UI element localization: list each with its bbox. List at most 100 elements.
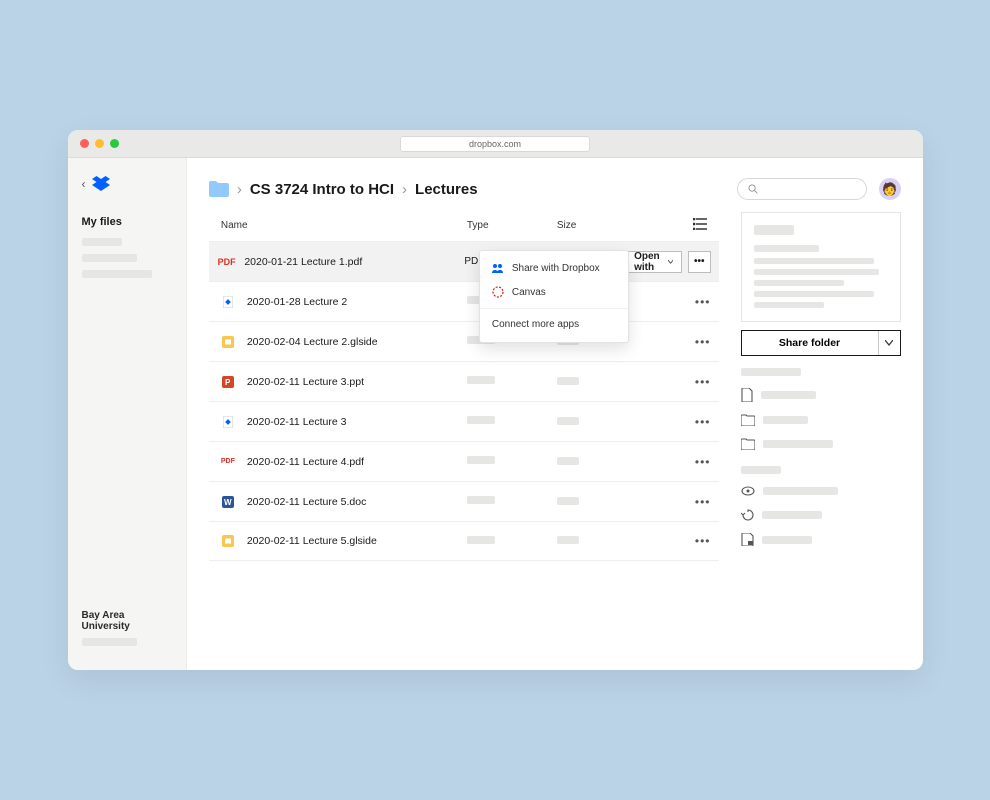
file-slides-icon: [217, 535, 239, 547]
file-icon: [741, 388, 753, 402]
file-lock-icon: [741, 533, 754, 546]
share-dropdown-menu: Share with Dropbox Canvas Connect more a…: [479, 250, 629, 343]
column-size[interactable]: Size: [557, 220, 617, 231]
file-slides-icon: [217, 336, 239, 348]
panel-item[interactable]: [741, 414, 901, 426]
sidebar: ‹ My files Bay Area University: [68, 158, 187, 670]
app-body: ‹ My files Bay Area University: [68, 158, 923, 670]
minimize-window-icon[interactable]: [95, 139, 104, 148]
file-name: 2020-01-21 Lecture 1.pdf: [236, 256, 464, 268]
folder-add-icon: [741, 414, 755, 426]
placeholder: [467, 496, 495, 504]
dd-label: Canvas: [512, 287, 546, 298]
placeholder: [557, 457, 579, 465]
search-input[interactable]: [737, 178, 867, 200]
view-list-icon[interactable]: [693, 218, 707, 233]
maximize-window-icon[interactable]: [110, 139, 119, 148]
placeholder: [763, 440, 833, 448]
placeholder: [754, 302, 824, 308]
row-more-button[interactable]: •••: [695, 534, 711, 548]
row-more-button[interactable]: •••: [695, 335, 711, 349]
file-pdf-icon: PDF: [217, 458, 239, 465]
chevron-down-icon: [668, 259, 673, 265]
panel-item[interactable]: [741, 508, 901, 521]
row-more-button[interactable]: •••: [695, 495, 711, 509]
breadcrumb-current: Lectures: [415, 181, 478, 198]
file-pdf-icon: PDF: [217, 257, 236, 267]
file-name: 2020-02-11 Lecture 5.glside: [239, 535, 467, 547]
avatar[interactable]: 🧑: [879, 178, 901, 200]
file-row[interactable]: PDF 2020-01-21 Lecture 1.pdf PDF Share: [209, 241, 719, 281]
open-with-button[interactable]: Open with: [625, 251, 682, 273]
url-bar[interactable]: dropbox.com: [400, 136, 590, 152]
file-row[interactable]: 2020-02-04 Lecture 2.glside •••: [209, 321, 719, 361]
panel-item[interactable]: [741, 438, 901, 450]
placeholder: [763, 487, 838, 495]
breadcrumb-separator-icon: ›: [402, 181, 407, 198]
placeholder: [557, 377, 579, 385]
placeholder: [754, 225, 794, 235]
breadcrumb-separator-icon: ›: [237, 181, 242, 198]
browser-titlebar: dropbox.com: [68, 130, 923, 158]
file-note-icon: [217, 296, 239, 308]
sidebar-item-placeholder: [82, 270, 152, 278]
placeholder: [754, 258, 874, 264]
dropbox-logo-icon[interactable]: [92, 176, 110, 192]
connect-more-apps-item[interactable]: Connect more apps: [480, 313, 628, 336]
file-list: Name Type Size PDF 2020-01-21 Lecture 1.…: [209, 212, 719, 652]
panel-item[interactable]: [741, 533, 901, 546]
file-row[interactable]: PDF 2020-02-11 Lecture 4.pdf •••: [209, 441, 719, 481]
file-row[interactable]: 2020-02-11 Lecture 5.glside •••: [209, 521, 719, 561]
canvas-item[interactable]: Canvas: [480, 280, 628, 304]
window-controls: [80, 139, 119, 148]
eye-icon: [741, 486, 755, 496]
panel-item[interactable]: [741, 486, 901, 496]
sidebar-item-placeholder: [82, 638, 137, 646]
file-name: 2020-02-11 Lecture 5.doc: [239, 496, 467, 508]
column-name[interactable]: Name: [217, 220, 467, 231]
browser-window: dropbox.com ‹ My files Bay Area Universi…: [68, 130, 923, 670]
placeholder: [557, 497, 579, 505]
sidebar-org-name: Bay Area University: [82, 610, 172, 632]
svg-text:W: W: [224, 498, 232, 507]
row-more-button[interactable]: •••: [695, 375, 711, 389]
history-icon: [741, 508, 754, 521]
open-with-label: Open with: [634, 251, 665, 273]
placeholder: [467, 416, 495, 424]
file-row[interactable]: 2020-01-28 Lecture 2 •••: [209, 281, 719, 321]
close-window-icon[interactable]: [80, 139, 89, 148]
url-text: dropbox.com: [469, 139, 521, 149]
row-more-button[interactable]: •••: [695, 295, 711, 309]
file-name: 2020-01-28 Lecture 2: [239, 296, 467, 308]
placeholder: [763, 416, 808, 424]
placeholder: [762, 511, 822, 519]
back-chevron-icon[interactable]: ‹: [82, 177, 86, 191]
row-more-button[interactable]: •••: [695, 455, 711, 469]
file-name: 2020-02-11 Lecture 3: [239, 416, 467, 428]
file-row[interactable]: W 2020-02-11 Lecture 5.doc •••: [209, 481, 719, 521]
breadcrumb-folder[interactable]: CS 3724 Intro to HCI: [250, 181, 394, 198]
column-type[interactable]: Type: [467, 220, 557, 231]
share-folder-dropdown[interactable]: [878, 331, 900, 355]
placeholder: [467, 536, 495, 544]
row-more-button[interactable]: •••: [695, 415, 711, 429]
sidebar-my-files[interactable]: My files: [82, 216, 172, 228]
main-content: › CS 3724 Intro to HCI › Lectures 🧑: [187, 158, 923, 670]
file-note-icon: [217, 416, 239, 428]
file-name: 2020-02-11 Lecture 4.pdf: [239, 456, 467, 468]
placeholder: [754, 245, 819, 252]
placeholder: [762, 536, 812, 544]
more-actions-button[interactable]: •••: [688, 251, 711, 273]
file-row[interactable]: P 2020-02-11 Lecture 3.ppt •••: [209, 361, 719, 401]
share-folder-button[interactable]: Share folder: [741, 330, 901, 356]
placeholder: [754, 291, 874, 297]
table-header: Name Type Size: [209, 212, 719, 241]
people-icon: [492, 263, 504, 274]
info-card: [741, 212, 901, 322]
placeholder: [741, 466, 781, 474]
share-with-dropbox-item[interactable]: Share with Dropbox: [480, 257, 628, 280]
placeholder: [754, 280, 844, 286]
file-row[interactable]: 2020-02-11 Lecture 3 •••: [209, 401, 719, 441]
svg-text:P: P: [225, 378, 231, 387]
panel-item[interactable]: [741, 388, 901, 402]
